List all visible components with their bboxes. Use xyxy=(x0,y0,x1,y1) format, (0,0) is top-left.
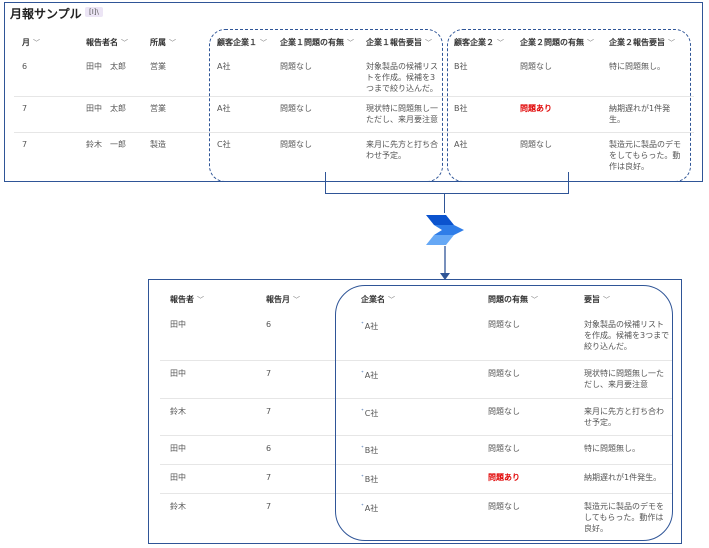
connector-down xyxy=(444,193,446,213)
column-header-label: 所属 xyxy=(150,38,166,47)
table-cell: 営業 xyxy=(150,62,166,71)
table-cell: 6 xyxy=(22,62,28,71)
column-header-label: 報告者 xyxy=(170,295,194,304)
connector-left-drop xyxy=(325,172,327,194)
connector-right-drop xyxy=(568,172,570,194)
cell-text: 7 xyxy=(266,369,272,378)
list-title: 月報サンプル xyxy=(10,7,82,21)
chevron-down-icon: ﹀ xyxy=(121,39,128,47)
table-cell: 田中 太郎 xyxy=(86,104,126,113)
table-cell: 営業 xyxy=(150,104,166,113)
table-cell: 7 xyxy=(266,406,346,417)
table-cell: 7 xyxy=(22,104,28,113)
connector-join xyxy=(325,193,569,195)
cell-text: 田中 xyxy=(170,320,186,329)
table-cell: 7 xyxy=(266,472,346,483)
arrow-down-icon xyxy=(440,246,450,280)
table-cell: 7 xyxy=(22,140,28,149)
cell-text: 鈴木 xyxy=(170,407,186,416)
column-header[interactable]: 報告者 ﹀ xyxy=(170,294,204,305)
table-cell: 製造 xyxy=(150,140,166,149)
cell-text: 6 xyxy=(266,320,272,329)
table-cell: 田中 xyxy=(170,472,250,483)
cell-text: 鈴木 xyxy=(170,502,186,511)
cell-text: 田中 xyxy=(170,369,186,378)
column-header[interactable]: 月 ﹀ xyxy=(22,37,40,48)
table-cell: 鈴木 一郎 xyxy=(86,140,126,149)
chevron-down-icon: ﹀ xyxy=(197,296,204,304)
column-header[interactable]: 所属 ﹀ xyxy=(150,37,176,48)
company-fields-outline xyxy=(335,285,673,541)
power-automate-icon xyxy=(426,215,464,245)
column-header[interactable]: 報告月 ﹀ xyxy=(266,294,300,305)
chevron-down-icon: ﹀ xyxy=(293,296,300,304)
view-badge[interactable]: [I]\ xyxy=(85,7,103,17)
cell-text: 6 xyxy=(266,444,272,453)
cell-text: 田中 xyxy=(170,473,186,482)
company2-group-outline xyxy=(447,29,691,182)
cell-text: 7 xyxy=(266,502,272,511)
table-cell: 田中 xyxy=(170,319,250,330)
table-cell: 田中 太郎 xyxy=(86,62,126,71)
cell-text: 田中 xyxy=(170,444,186,453)
chevron-down-icon: ﹀ xyxy=(33,39,40,47)
table-cell: 7 xyxy=(266,501,346,512)
column-header-label: 月 xyxy=(22,38,30,47)
column-header-label: 報告月 xyxy=(266,295,290,304)
table-cell: 6 xyxy=(266,319,346,330)
table-cell: 6 xyxy=(266,443,346,454)
table-cell: 鈴木 xyxy=(170,501,250,512)
table-cell: 田中 xyxy=(170,368,250,379)
table-cell: 鈴木 xyxy=(170,406,250,417)
chevron-down-icon: ﹀ xyxy=(169,39,176,47)
company1-group-outline xyxy=(209,29,443,182)
table-cell: 田中 xyxy=(170,443,250,454)
column-header-label: 報告者名 xyxy=(86,38,118,47)
cell-text: 7 xyxy=(266,473,272,482)
cell-text: 7 xyxy=(266,407,272,416)
column-header[interactable]: 報告者名 ﹀ xyxy=(86,37,128,48)
table-cell: 7 xyxy=(266,368,346,379)
